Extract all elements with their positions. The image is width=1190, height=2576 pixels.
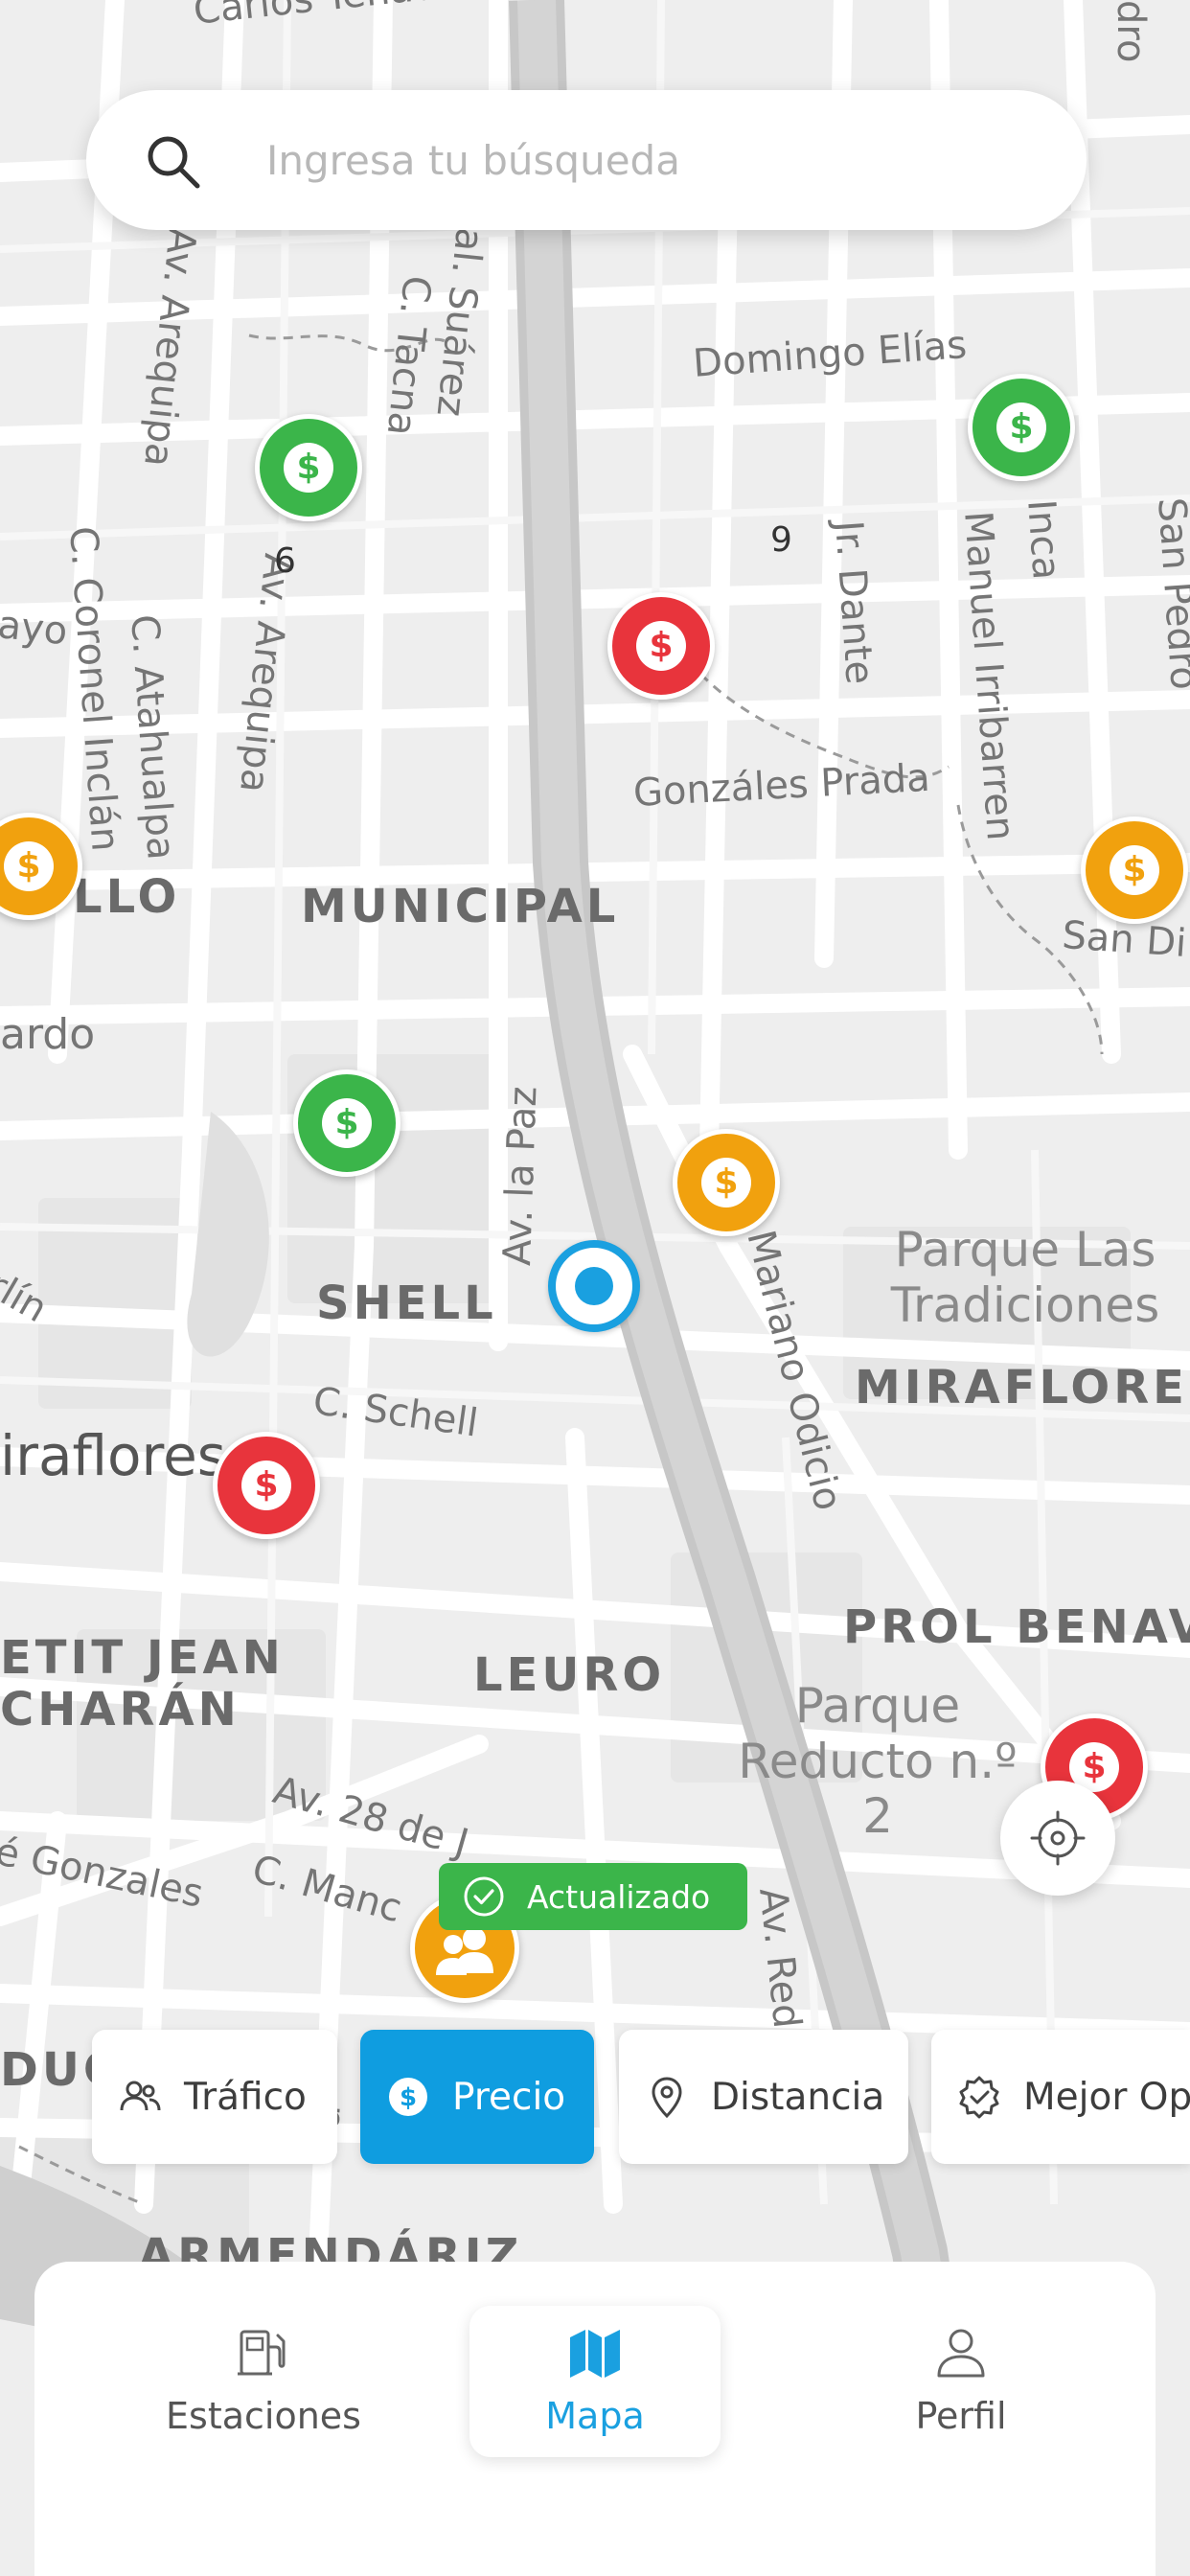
- district-label: SHELL: [316, 1276, 497, 1330]
- street-label: dro: [1109, 0, 1153, 63]
- filter-chip-label: Distancia: [711, 2075, 885, 2119]
- locate-me-button[interactable]: [1000, 1781, 1115, 1896]
- filter-chip-distancia[interactable]: Distancia: [619, 2030, 908, 2164]
- street-label: San Di: [1061, 913, 1188, 966]
- district-label: LLO: [73, 870, 181, 924]
- street-label: Jr. Dante: [826, 518, 881, 686]
- dollar-icon: $: [701, 1158, 751, 1208]
- block-number: 9: [770, 520, 792, 560]
- users-icon: [120, 2081, 161, 2111]
- street-label: ayo: [0, 603, 70, 655]
- search-input[interactable]: [266, 128, 1033, 192]
- filter-chip-trafico[interactable]: Tráfico: [92, 2030, 337, 2164]
- street-label: ardo: [0, 1010, 96, 1059]
- dollar-icon: $: [241, 1460, 291, 1510]
- station-pin[interactable]: $: [255, 414, 362, 521]
- station-pin[interactable]: $: [293, 1070, 400, 1177]
- district-label: CHARÁN: [0, 1683, 240, 1736]
- filter-chip-label: Mejor Op: [1023, 2075, 1190, 2119]
- search-bar[interactable]: [86, 90, 1087, 230]
- filter-chip-label: Precio: [452, 2075, 566, 2119]
- dollar-icon: $: [284, 443, 333, 493]
- district-label: MUNICIPAL: [301, 880, 620, 933]
- search-icon: [148, 136, 200, 189]
- park-label: Parque Reducto n.º 2: [724, 1678, 1031, 1845]
- crosshair-icon: [1030, 1810, 1086, 1866]
- user-icon: [937, 2329, 985, 2378]
- dollar-circle-icon: $: [389, 2078, 427, 2116]
- svg-text:$: $: [400, 2083, 417, 2112]
- filter-chip-mejor-opcion[interactable]: Mejor Op: [931, 2030, 1190, 2164]
- nav-item-label: Estaciones: [166, 2395, 361, 2437]
- station-pin[interactable]: $: [968, 374, 1075, 481]
- place-label: iraflores: [0, 1423, 226, 1488]
- park-label: Parque Las Tradiciones: [872, 1222, 1179, 1333]
- status-badge-label: Actualizado: [527, 1877, 711, 1916]
- park-name: Parque Las Tradiciones: [890, 1222, 1160, 1333]
- fuel-pump-icon: [238, 2330, 286, 2376]
- dollar-icon: $: [1110, 845, 1159, 895]
- nav-item-label: Perfil: [915, 2395, 1007, 2437]
- street-label: Av. la Paz: [495, 1085, 546, 1267]
- nav-item-label: Mapa: [545, 2395, 645, 2437]
- station-pin[interactable]: $: [1081, 816, 1188, 924]
- status-badge: Actualizado: [439, 1863, 747, 1930]
- current-location-marker: [548, 1240, 640, 1332]
- street-label: Inca: [1018, 497, 1068, 582]
- dollar-icon: $: [4, 841, 54, 891]
- dollar-icon: $: [996, 402, 1046, 452]
- check-circle-icon: [464, 1876, 504, 1917]
- bottom-navigation: Estaciones Mapa Perfil: [34, 2262, 1156, 2576]
- dollar-icon: $: [322, 1098, 372, 1148]
- station-pin[interactable]: $: [607, 592, 715, 700]
- district-label: LEURO: [473, 1648, 666, 1702]
- nav-item-mapa[interactable]: Mapa: [469, 2306, 721, 2457]
- station-pin[interactable]: $: [673, 1129, 780, 1236]
- station-pin[interactable]: $: [213, 1432, 320, 1539]
- nav-item-estaciones[interactable]: Estaciones: [138, 2306, 389, 2457]
- dollar-icon: $: [636, 621, 686, 671]
- map-icon: [570, 2330, 620, 2378]
- filter-chip-precio[interactable]: $ Precio: [360, 2030, 594, 2164]
- park-name: Parque Reducto n.º 2: [738, 1678, 1018, 1844]
- badge-check-icon: [959, 2076, 999, 2119]
- map-pin-icon: [652, 2077, 682, 2119]
- nav-item-perfil[interactable]: Perfil: [835, 2306, 1087, 2457]
- district-label: PROL BENAV: [843, 1600, 1190, 1654]
- filter-chip-label: Tráfico: [184, 2075, 307, 2119]
- block-number: 6: [274, 541, 296, 581]
- district-label: ETIT JEAN: [0, 1631, 285, 1685]
- district-label: MIRAFLORES: [855, 1361, 1190, 1414]
